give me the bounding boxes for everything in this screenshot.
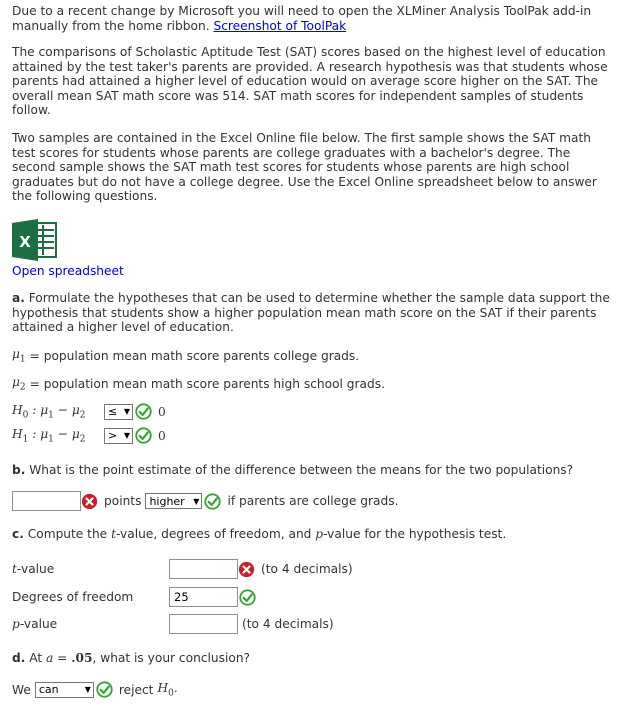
- p-value-hint: (to 4 decimals): [242, 617, 334, 631]
- mu2-definition: μ2 = population mean math score parents …: [12, 375, 385, 392]
- part-d-label: d.: [12, 651, 26, 665]
- conclusion-row: We can ▼ reject H0.: [12, 681, 178, 698]
- part-b-text: What is the point estimate of the differ…: [25, 463, 574, 477]
- correct-check-icon: [239, 588, 256, 606]
- h0-value: 0: [158, 404, 166, 419]
- toolpak-screenshot-link[interactable]: Screenshot of ToolPak: [213, 19, 346, 33]
- part-c-label: c.: [12, 527, 24, 541]
- h1-value: 0: [158, 428, 166, 443]
- t-value-label: t-value: [12, 562, 55, 576]
- correct-check-icon: [204, 492, 222, 510]
- p-value-input[interactable]: [169, 614, 238, 634]
- t-value-row: t-value (to 4 decimals): [12, 559, 353, 579]
- chevron-down-icon: ▼: [123, 431, 130, 441]
- direction-select[interactable]: higher ▼: [145, 493, 203, 509]
- mu1-symbol: μ1: [12, 347, 26, 365]
- mu1-definition-text: = population mean math score parents col…: [29, 348, 360, 363]
- alpha-value: .05: [71, 651, 93, 665]
- correct-check-icon: [135, 427, 152, 444]
- reject-label: reject: [118, 682, 154, 697]
- part-b-label: b.: [12, 463, 26, 477]
- open-spreadsheet-link[interactable]: Open spreadsheet: [12, 264, 124, 278]
- samples-paragraph: Two samples are contained in the Excel O…: [12, 131, 597, 204]
- part-c-question: c. Compute the t-value, degrees of freed…: [12, 527, 507, 541]
- we-label: We: [12, 682, 31, 697]
- mu2-definition-text: = population mean math score parents hig…: [29, 376, 385, 391]
- p-value-label: p-value: [12, 617, 58, 631]
- correct-check-icon: [135, 403, 152, 420]
- mu2-symbol: μ2: [12, 375, 26, 393]
- part-d-question: d. At a = .05, what is your conclusion?: [12, 651, 251, 665]
- svg-text:X: X: [19, 233, 31, 251]
- incorrect-x-icon: [81, 493, 98, 509]
- h0-row: H0 : μ1 − μ2 ≤ ▼ 0: [12, 403, 166, 420]
- correct-check-icon: [96, 681, 113, 698]
- t-value-hint: (to 4 decimals): [261, 562, 353, 576]
- h0-symbol: H0.: [157, 681, 178, 699]
- h1-expression: H1 : μ1 − μ2: [12, 427, 86, 445]
- h0-operator-select[interactable]: ≤ ▼: [104, 403, 133, 420]
- direction-suffix: if parents are college grads.: [227, 494, 399, 508]
- df-label: Degrees of freedom: [12, 590, 134, 604]
- intro-paragraph: The comparisons of Scholastic Aptitude T…: [12, 45, 608, 118]
- t-value-input[interactable]: [169, 559, 238, 579]
- h1-operator-select[interactable]: > ▼: [104, 427, 133, 444]
- conclusion-select[interactable]: can ▼: [34, 681, 94, 698]
- part-b-question: b. What is the point estimate of the dif…: [12, 463, 612, 478]
- p-value-row: p-value (to 4 decimals): [12, 614, 334, 634]
- h0-expression: H0 : μ1 − μ2: [12, 403, 86, 421]
- points-label: points: [104, 494, 142, 508]
- point-estimate-row: points higher ▼ if parents are college gr…: [12, 491, 398, 511]
- df-row: Degrees of freedom: [12, 587, 256, 607]
- chevron-down-icon: ▼: [123, 407, 130, 417]
- incorrect-x-icon: [238, 561, 255, 577]
- part-a-text: Formulate the hypotheses that can be use…: [12, 291, 610, 335]
- point-estimate-input[interactable]: [12, 491, 81, 511]
- part-a-question: a. Formulate the hypotheses that can be …: [12, 291, 612, 335]
- excel-icon[interactable]: X: [12, 219, 60, 261]
- chevron-down-icon: ▼: [84, 685, 91, 695]
- df-input[interactable]: [169, 587, 238, 607]
- mu1-definition: μ1 = population mean math score parents …: [12, 347, 359, 364]
- toolpak-notice: Due to a recent change by Microsoft you …: [12, 4, 612, 33]
- h1-row: H1 : μ1 − μ2 > ▼ 0: [12, 427, 166, 444]
- part-a-label: a.: [12, 291, 25, 305]
- chevron-down-icon: ▼: [193, 496, 200, 506]
